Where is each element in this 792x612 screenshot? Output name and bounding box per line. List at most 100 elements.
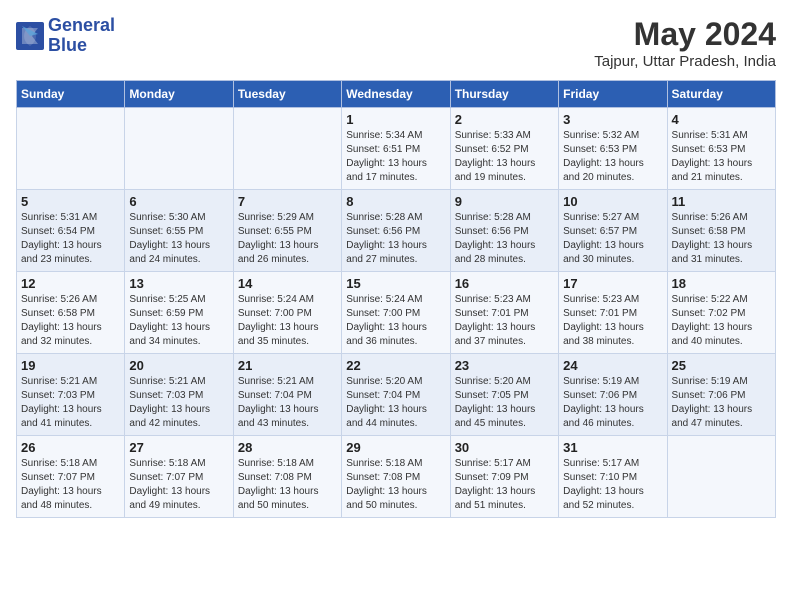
day-info: Sunrise: 5:25 AM Sunset: 6:59 PM Dayligh… xyxy=(129,293,228,349)
calendar-cell: 28 Sunrise: 5:18 AM Sunset: 7:08 PM Dayli… xyxy=(233,436,341,518)
calendar-week-row: 12 Sunrise: 5:26 AM Sunset: 6:58 PM Dayli… xyxy=(17,272,776,354)
day-of-week-header: Sunday xyxy=(17,81,125,108)
calendar-cell: 19 Sunrise: 5:21 AM Sunset: 7:03 PM Dayli… xyxy=(17,354,125,436)
day-info: Sunrise: 5:30 AM Sunset: 6:55 PM Dayligh… xyxy=(129,211,228,267)
day-number: 17 xyxy=(563,276,662,291)
title-block: May 2024 Tajpur, Uttar Pradesh, India xyxy=(594,16,776,70)
day-info: Sunrise: 5:20 AM Sunset: 7:05 PM Dayligh… xyxy=(455,375,554,431)
day-number: 8 xyxy=(346,194,445,209)
calendar-cell: 31 Sunrise: 5:17 AM Sunset: 7:10 PM Dayli… xyxy=(559,436,667,518)
day-number: 13 xyxy=(129,276,228,291)
header-row: SundayMondayTuesdayWednesdayThursdayFrid… xyxy=(17,81,776,108)
calendar-cell: 7 Sunrise: 5:29 AM Sunset: 6:55 PM Daylig… xyxy=(233,190,341,272)
day-number: 11 xyxy=(672,194,771,209)
day-number: 26 xyxy=(21,440,120,455)
day-info: Sunrise: 5:19 AM Sunset: 7:06 PM Dayligh… xyxy=(563,375,662,431)
calendar-week-row: 1 Sunrise: 5:34 AM Sunset: 6:51 PM Daylig… xyxy=(17,108,776,190)
logo-icon xyxy=(16,22,44,50)
calendar-cell: 15 Sunrise: 5:24 AM Sunset: 7:00 PM Dayli… xyxy=(342,272,450,354)
calendar-body: 1 Sunrise: 5:34 AM Sunset: 6:51 PM Daylig… xyxy=(17,108,776,518)
calendar-cell: 17Sunrise: 5:23 AM Sunset: 7:01 PM Dayli… xyxy=(559,272,667,354)
calendar-cell: 14 Sunrise: 5:24 AM Sunset: 7:00 PM Dayli… xyxy=(233,272,341,354)
calendar-cell: 21 Sunrise: 5:21 AM Sunset: 7:04 PM Dayli… xyxy=(233,354,341,436)
day-number: 1 xyxy=(346,112,445,127)
calendar-cell: 23 Sunrise: 5:20 AM Sunset: 7:05 PM Dayli… xyxy=(450,354,558,436)
calendar-cell: 1 Sunrise: 5:34 AM Sunset: 6:51 PM Daylig… xyxy=(342,108,450,190)
day-info: Sunrise: 5:21 AM Sunset: 7:03 PM Dayligh… xyxy=(21,375,120,431)
calendar-cell: 12 Sunrise: 5:26 AM Sunset: 6:58 PM Dayli… xyxy=(17,272,125,354)
calendar-cell xyxy=(667,436,775,518)
calendar-cell: 29Sunrise: 5:18 AM Sunset: 7:08 PM Dayli… xyxy=(342,436,450,518)
day-number: 12 xyxy=(21,276,120,291)
day-info: Sunrise: 5:18 AM Sunset: 7:07 PM Dayligh… xyxy=(129,457,228,513)
day-info: Sunrise: 5:26 AM Sunset: 6:58 PM Dayligh… xyxy=(672,211,771,267)
calendar-cell: 22 Sunrise: 5:20 AM Sunset: 7:04 PM Dayli… xyxy=(342,354,450,436)
day-info: Sunrise: 5:24 AM Sunset: 7:00 PM Dayligh… xyxy=(346,293,445,349)
day-number: 24 xyxy=(563,358,662,373)
day-number: 22 xyxy=(346,358,445,373)
location: Tajpur, Uttar Pradesh, India xyxy=(594,53,776,70)
day-of-week-header: Saturday xyxy=(667,81,775,108)
day-info: Sunrise: 5:24 AM Sunset: 7:00 PM Dayligh… xyxy=(238,293,337,349)
calendar-cell: 3Sunrise: 5:32 AM Sunset: 6:53 PM Daylig… xyxy=(559,108,667,190)
calendar-cell: 26 Sunrise: 5:18 AM Sunset: 7:07 PM Dayli… xyxy=(17,436,125,518)
day-number: 30 xyxy=(455,440,554,455)
day-number: 7 xyxy=(238,194,337,209)
calendar-cell: 6Sunrise: 5:30 AM Sunset: 6:55 PM Daylig… xyxy=(125,190,233,272)
day-info: Sunrise: 5:23 AM Sunset: 7:01 PM Dayligh… xyxy=(455,293,554,349)
day-info: Sunrise: 5:26 AM Sunset: 6:58 PM Dayligh… xyxy=(21,293,120,349)
day-of-week-header: Monday xyxy=(125,81,233,108)
logo-line1: General xyxy=(48,16,115,36)
calendar-cell: 25Sunrise: 5:19 AM Sunset: 7:06 PM Dayli… xyxy=(667,354,775,436)
day-number: 21 xyxy=(238,358,337,373)
month-year: May 2024 xyxy=(594,16,776,53)
day-info: Sunrise: 5:29 AM Sunset: 6:55 PM Dayligh… xyxy=(238,211,337,267)
day-info: Sunrise: 5:21 AM Sunset: 7:04 PM Dayligh… xyxy=(238,375,337,431)
day-number: 31 xyxy=(563,440,662,455)
day-number: 9 xyxy=(455,194,554,209)
day-info: Sunrise: 5:17 AM Sunset: 7:09 PM Dayligh… xyxy=(455,457,554,513)
calendar-cell: 18Sunrise: 5:22 AM Sunset: 7:02 PM Dayli… xyxy=(667,272,775,354)
day-number: 15 xyxy=(346,276,445,291)
day-info: Sunrise: 5:18 AM Sunset: 7:07 PM Dayligh… xyxy=(21,457,120,513)
calendar-cell: 13 Sunrise: 5:25 AM Sunset: 6:59 PM Dayli… xyxy=(125,272,233,354)
day-of-week-header: Tuesday xyxy=(233,81,341,108)
logo-line2: Blue xyxy=(48,36,115,56)
day-of-week-header: Friday xyxy=(559,81,667,108)
day-info: Sunrise: 5:18 AM Sunset: 7:08 PM Dayligh… xyxy=(238,457,337,513)
day-number: 23 xyxy=(455,358,554,373)
day-info: Sunrise: 5:17 AM Sunset: 7:10 PM Dayligh… xyxy=(563,457,662,513)
day-info: Sunrise: 5:34 AM Sunset: 6:51 PM Dayligh… xyxy=(346,129,445,185)
day-info: Sunrise: 5:27 AM Sunset: 6:57 PM Dayligh… xyxy=(563,211,662,267)
calendar-week-row: 5 Sunrise: 5:31 AM Sunset: 6:54 PM Daylig… xyxy=(17,190,776,272)
day-number: 5 xyxy=(21,194,120,209)
day-info: Sunrise: 5:21 AM Sunset: 7:03 PM Dayligh… xyxy=(129,375,228,431)
calendar-cell xyxy=(17,108,125,190)
day-number: 14 xyxy=(238,276,337,291)
logo: General Blue xyxy=(16,16,115,56)
logo-text: General Blue xyxy=(48,16,115,56)
day-number: 4 xyxy=(672,112,771,127)
calendar-cell xyxy=(125,108,233,190)
calendar-cell: 8Sunrise: 5:28 AM Sunset: 6:56 PM Daylig… xyxy=(342,190,450,272)
day-number: 28 xyxy=(238,440,337,455)
day-number: 19 xyxy=(21,358,120,373)
day-number: 25 xyxy=(672,358,771,373)
calendar-header: SundayMondayTuesdayWednesdayThursdayFrid… xyxy=(17,81,776,108)
day-of-week-header: Thursday xyxy=(450,81,558,108)
day-info: Sunrise: 5:31 AM Sunset: 6:54 PM Dayligh… xyxy=(21,211,120,267)
day-number: 27 xyxy=(129,440,228,455)
day-info: Sunrise: 5:18 AM Sunset: 7:08 PM Dayligh… xyxy=(346,457,445,513)
day-info: Sunrise: 5:31 AM Sunset: 6:53 PM Dayligh… xyxy=(672,129,771,185)
calendar-week-row: 26 Sunrise: 5:18 AM Sunset: 7:07 PM Dayli… xyxy=(17,436,776,518)
day-info: Sunrise: 5:20 AM Sunset: 7:04 PM Dayligh… xyxy=(346,375,445,431)
day-number: 10 xyxy=(563,194,662,209)
day-number: 16 xyxy=(455,276,554,291)
calendar-cell xyxy=(233,108,341,190)
day-info: Sunrise: 5:32 AM Sunset: 6:53 PM Dayligh… xyxy=(563,129,662,185)
day-number: 2 xyxy=(455,112,554,127)
day-of-week-header: Wednesday xyxy=(342,81,450,108)
calendar-cell: 9Sunrise: 5:28 AM Sunset: 6:56 PM Daylig… xyxy=(450,190,558,272)
calendar-cell: 5 Sunrise: 5:31 AM Sunset: 6:54 PM Daylig… xyxy=(17,190,125,272)
page-header: General Blue May 2024 Tajpur, Uttar Prad… xyxy=(16,16,776,70)
